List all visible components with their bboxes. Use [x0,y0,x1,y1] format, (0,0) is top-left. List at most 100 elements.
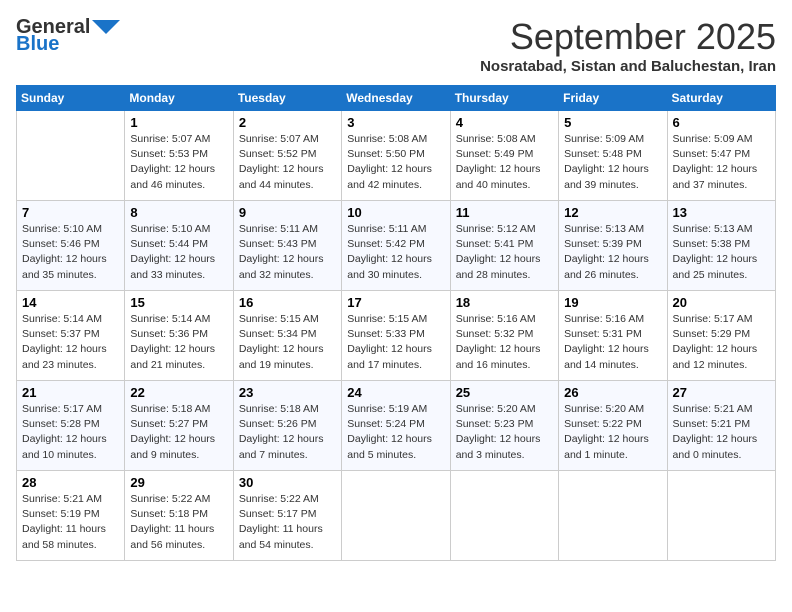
day-info: Sunrise: 5:21 AM Sunset: 5:19 PM Dayligh… [22,492,119,553]
day-info: Sunrise: 5:16 AM Sunset: 5:31 PM Dayligh… [564,312,661,373]
day-number: 26 [564,385,661,400]
calendar-cell: 6 Sunrise: 5:09 AM Sunset: 5:47 PM Daylig… [667,111,775,201]
calendar-cell: 26 Sunrise: 5:20 AM Sunset: 5:22 PM Dayli… [559,381,667,471]
calendar-cell: 15 Sunrise: 5:14 AM Sunset: 5:36 PM Dayli… [125,291,233,381]
day-number: 22 [130,385,227,400]
day-number: 15 [130,295,227,310]
day-number: 27 [673,385,770,400]
calendar-cell [559,471,667,561]
day-info: Sunrise: 5:19 AM Sunset: 5:24 PM Dayligh… [347,402,444,463]
day-number: 7 [22,205,119,220]
calendar-cell: 4 Sunrise: 5:08 AM Sunset: 5:49 PM Daylig… [450,111,558,201]
day-number: 21 [22,385,119,400]
calendar-cell: 12 Sunrise: 5:13 AM Sunset: 5:39 PM Dayli… [559,201,667,291]
logo-blue: Blue [16,33,59,56]
day-number: 14 [22,295,119,310]
day-number: 18 [456,295,553,310]
day-number: 4 [456,115,553,130]
calendar-cell: 18 Sunrise: 5:16 AM Sunset: 5:32 PM Dayli… [450,291,558,381]
day-info: Sunrise: 5:08 AM Sunset: 5:50 PM Dayligh… [347,132,444,193]
logo-icon [92,20,120,34]
calendar-week-row: 1Sunrise: 5:07 AM Sunset: 5:53 PM Daylig… [17,111,776,201]
day-info: Sunrise: 5:11 AM Sunset: 5:42 PM Dayligh… [347,222,444,283]
day-number: 17 [347,295,444,310]
day-number: 30 [239,475,336,490]
title-block: September 2025 Nosratabad, Sistan and Ba… [480,16,776,75]
calendar-cell: 24Sunrise: 5:19 AM Sunset: 5:24 PM Dayli… [342,381,450,471]
calendar-header-row: SundayMondayTuesdayWednesdayThursdayFrid… [17,86,776,111]
calendar-week-row: 14 Sunrise: 5:14 AM Sunset: 5:37 PM Dayli… [17,291,776,381]
calendar-cell: 3 Sunrise: 5:08 AM Sunset: 5:50 PM Daylig… [342,111,450,201]
col-header-sunday: Sunday [17,86,125,111]
day-number: 20 [673,295,770,310]
day-info: Sunrise: 5:22 AM Sunset: 5:17 PM Dayligh… [239,492,336,553]
calendar-week-row: 7 Sunrise: 5:10 AM Sunset: 5:46 PM Daylig… [17,201,776,291]
day-info: Sunrise: 5:12 AM Sunset: 5:41 PM Dayligh… [456,222,553,283]
calendar-cell: 25Sunrise: 5:20 AM Sunset: 5:23 PM Dayli… [450,381,558,471]
day-number: 3 [347,115,444,130]
day-info: Sunrise: 5:15 AM Sunset: 5:33 PM Dayligh… [347,312,444,373]
location-subtitle: Nosratabad, Sistan and Baluchestan, Iran [480,58,776,75]
calendar-cell: 30 Sunrise: 5:22 AM Sunset: 5:17 PM Dayli… [233,471,341,561]
calendar-cell: 5 Sunrise: 5:09 AM Sunset: 5:48 PM Daylig… [559,111,667,201]
calendar-cell: 14 Sunrise: 5:14 AM Sunset: 5:37 PM Dayli… [17,291,125,381]
day-number: 28 [22,475,119,490]
day-number: 16 [239,295,336,310]
day-info: Sunrise: 5:17 AM Sunset: 5:29 PM Dayligh… [673,312,770,373]
calendar-cell [342,471,450,561]
col-header-monday: Monday [125,86,233,111]
calendar-cell [450,471,558,561]
calendar-cell: 17 Sunrise: 5:15 AM Sunset: 5:33 PM Dayli… [342,291,450,381]
day-info: Sunrise: 5:16 AM Sunset: 5:32 PM Dayligh… [456,312,553,373]
day-number: 19 [564,295,661,310]
calendar-cell: 2 Sunrise: 5:07 AM Sunset: 5:52 PM Daylig… [233,111,341,201]
calendar-cell: 21 Sunrise: 5:17 AM Sunset: 5:28 PM Dayli… [17,381,125,471]
day-info: Sunrise: 5:09 AM Sunset: 5:48 PM Dayligh… [564,132,661,193]
day-info: Sunrise: 5:17 AM Sunset: 5:28 PM Dayligh… [22,402,119,463]
calendar-cell: 1Sunrise: 5:07 AM Sunset: 5:53 PM Daylig… [125,111,233,201]
day-info: Sunrise: 5:22 AM Sunset: 5:18 PM Dayligh… [130,492,227,553]
day-info: Sunrise: 5:14 AM Sunset: 5:36 PM Dayligh… [130,312,227,373]
col-header-tuesday: Tuesday [233,86,341,111]
day-number: 23 [239,385,336,400]
calendar-cell: 29Sunrise: 5:22 AM Sunset: 5:18 PM Dayli… [125,471,233,561]
col-header-saturday: Saturday [667,86,775,111]
calendar-cell: 20 Sunrise: 5:17 AM Sunset: 5:29 PM Dayli… [667,291,775,381]
calendar-week-row: 21 Sunrise: 5:17 AM Sunset: 5:28 PM Dayli… [17,381,776,471]
day-info: Sunrise: 5:13 AM Sunset: 5:39 PM Dayligh… [564,222,661,283]
calendar-cell: 23Sunrise: 5:18 AM Sunset: 5:26 PM Dayli… [233,381,341,471]
day-number: 10 [347,205,444,220]
calendar-cell: 11 Sunrise: 5:12 AM Sunset: 5:41 PM Dayli… [450,201,558,291]
day-number: 6 [673,115,770,130]
day-number: 12 [564,205,661,220]
calendar-cell: 27 Sunrise: 5:21 AM Sunset: 5:21 PM Dayli… [667,381,775,471]
calendar-week-row: 28 Sunrise: 5:21 AM Sunset: 5:19 PM Dayli… [17,471,776,561]
day-info: Sunrise: 5:20 AM Sunset: 5:22 PM Dayligh… [564,402,661,463]
calendar-cell: 19 Sunrise: 5:16 AM Sunset: 5:31 PM Dayli… [559,291,667,381]
day-info: Sunrise: 5:10 AM Sunset: 5:44 PM Dayligh… [130,222,227,283]
day-info: Sunrise: 5:14 AM Sunset: 5:37 PM Dayligh… [22,312,119,373]
day-info: Sunrise: 5:08 AM Sunset: 5:49 PM Dayligh… [456,132,553,193]
day-number: 13 [673,205,770,220]
day-number: 5 [564,115,661,130]
day-info: Sunrise: 5:13 AM Sunset: 5:38 PM Dayligh… [673,222,770,283]
calendar-cell: 16 Sunrise: 5:15 AM Sunset: 5:34 PM Dayli… [233,291,341,381]
calendar-cell: 9Sunrise: 5:11 AM Sunset: 5:43 PM Daylig… [233,201,341,291]
day-info: Sunrise: 5:15 AM Sunset: 5:34 PM Dayligh… [239,312,336,373]
day-number: 2 [239,115,336,130]
logo: General Blue [16,16,120,56]
day-info: Sunrise: 5:10 AM Sunset: 5:46 PM Dayligh… [22,222,119,283]
col-header-thursday: Thursday [450,86,558,111]
page-header: General Blue September 2025 Nosratabad, … [16,16,776,75]
day-info: Sunrise: 5:09 AM Sunset: 5:47 PM Dayligh… [673,132,770,193]
day-number: 11 [456,205,553,220]
calendar-cell: 13 Sunrise: 5:13 AM Sunset: 5:38 PM Dayli… [667,201,775,291]
day-info: Sunrise: 5:21 AM Sunset: 5:21 PM Dayligh… [673,402,770,463]
day-number: 25 [456,385,553,400]
calendar-cell: 22Sunrise: 5:18 AM Sunset: 5:27 PM Dayli… [125,381,233,471]
calendar-cell: 10 Sunrise: 5:11 AM Sunset: 5:42 PM Dayli… [342,201,450,291]
day-info: Sunrise: 5:07 AM Sunset: 5:52 PM Dayligh… [239,132,336,193]
col-header-wednesday: Wednesday [342,86,450,111]
day-number: 9 [239,205,336,220]
day-number: 8 [130,205,227,220]
